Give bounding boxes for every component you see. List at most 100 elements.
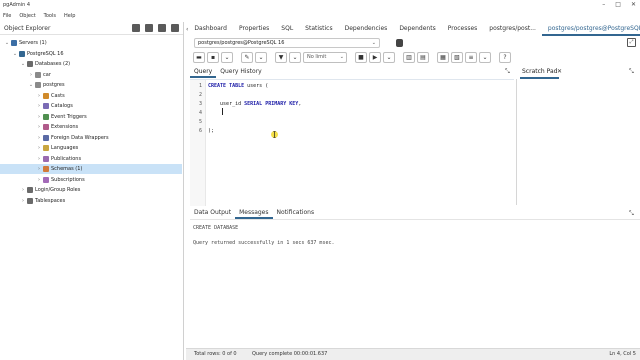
tab-dependencies[interactable]: Dependencies <box>339 22 394 36</box>
line-number-gutter: 1 2 3 4 5 6 <box>190 80 206 206</box>
tree-item[interactable]: ⌄ PostgreSQL 16 <box>0 49 182 59</box>
row-limit-value: No limit <box>307 54 327 60</box>
expand-icon[interactable]: ⤢ <box>627 38 636 47</box>
tree-item[interactable]: ⌄ postgres <box>0 80 182 90</box>
drag-handle-icon[interactable]: ⤡ <box>629 68 634 76</box>
maximize-button[interactable]: □ <box>615 0 621 10</box>
tab-query-history[interactable]: Query History <box>216 67 266 78</box>
explain-icon[interactable]: ▥ <box>403 52 415 63</box>
execute-icon[interactable]: ▶ <box>369 52 381 63</box>
filter-icon[interactable]: ▼ <box>275 52 287 63</box>
chevron-down-icon[interactable]: ⌄ <box>20 61 26 67</box>
chevron-right-icon[interactable]: › <box>36 114 42 120</box>
chevron-down-icon[interactable]: ⌄ <box>28 82 34 88</box>
view-data-icon[interactable] <box>145 24 153 32</box>
total-rows-status: Total rows: 0 of 0 <box>194 351 237 357</box>
chevron-right-icon[interactable]: › <box>36 156 42 162</box>
tree-item[interactable]: › Tablespaces <box>0 196 182 206</box>
tab-messages[interactable]: Messages <box>235 207 273 219</box>
help-icon[interactable]: ? <box>499 52 511 63</box>
rollback-icon[interactable]: ▧ <box>451 52 463 63</box>
commit-icon[interactable]: ▦ <box>437 52 449 63</box>
tree-item[interactable]: › Login/Group Roles <box>0 185 182 195</box>
menu-object[interactable]: Object <box>19 13 35 19</box>
explain-analyze-icon[interactable]: ▤ <box>417 52 429 63</box>
chevron-right-icon[interactable]: › <box>20 198 26 204</box>
tree-item[interactable]: ⌄ Databases (2) <box>0 59 182 69</box>
macros-dropdown-icon[interactable]: ⌄ <box>479 52 491 63</box>
edit-dropdown-icon[interactable]: ⌄ <box>255 52 267 63</box>
tab-dependents[interactable]: Dependents <box>393 22 441 36</box>
filter-dropdown-icon[interactable]: ⌄ <box>289 52 301 63</box>
chevron-right-icon[interactable]: › <box>36 135 42 141</box>
tab-processes[interactable]: Processes <box>442 22 484 36</box>
tab-data-output[interactable]: Data Output <box>190 207 235 219</box>
sql-editor[interactable]: 1 2 3 4 5 6 CREATE TABLE users ( user_id SERI… <box>190 79 514 206</box>
row-limit-select[interactable]: No limit ⌄ <box>303 52 347 63</box>
tree-item[interactable]: › car <box>0 70 182 80</box>
stop-icon[interactable]: ■ <box>355 52 367 63</box>
sql-text: users ( <box>244 83 269 89</box>
node-icon <box>27 61 33 67</box>
chevron-right-icon[interactable]: › <box>36 124 42 130</box>
tab-properties[interactable]: Properties <box>233 22 275 36</box>
chevron-right-icon[interactable]: › <box>20 187 26 193</box>
title-bar: pgAdmin 4 – □ ✕ <box>0 0 640 10</box>
connection-select[interactable]: postgres/postgres@PostgreSQL 16 ⌄ <box>194 38 380 48</box>
tab-statistics[interactable]: Statistics <box>299 22 338 36</box>
tree-item[interactable]: › Subscriptions <box>0 175 182 185</box>
close-icon[interactable]: ✕ <box>557 67 562 77</box>
tab-query-active[interactable]: postgres/postgres@PostgreSQL 16* <box>541 22 640 36</box>
chevron-down-icon[interactable]: ⌄ <box>4 40 10 46</box>
menu-tools[interactable]: Tools <box>44 13 56 19</box>
chevron-down-icon: ⌄ <box>371 40 376 46</box>
close-window-button[interactable]: ✕ <box>631 0 636 10</box>
save-file-icon[interactable]: ▪ <box>207 52 219 63</box>
database-icon[interactable] <box>396 39 403 47</box>
chevron-right-icon[interactable]: › <box>36 103 42 109</box>
scratch-pad-area[interactable] <box>516 79 640 205</box>
tree-item[interactable]: › Publications <box>0 154 182 164</box>
execute-dropdown-icon[interactable]: ⌄ <box>383 52 395 63</box>
tree-item[interactable]: › Languages <box>0 143 182 153</box>
macros-icon[interactable]: ≡ <box>465 52 477 63</box>
filter-icon[interactable] <box>158 24 166 32</box>
save-dropdown-icon[interactable]: ⌄ <box>221 52 233 63</box>
tree-item[interactable]: › Schemas (1) <box>0 164 182 174</box>
chevron-right-icon[interactable]: › <box>36 93 42 99</box>
open-file-icon[interactable]: ▬ <box>193 52 205 63</box>
minimize-button[interactable]: – <box>602 0 605 10</box>
node-icon <box>19 50 25 57</box>
chevron-right-icon[interactable]: › <box>36 166 42 172</box>
tree-item[interactable]: › Event Triggers <box>0 112 182 122</box>
psql-terminal-icon[interactable] <box>171 24 179 32</box>
drag-handle-icon[interactable]: ⤡ <box>505 68 510 76</box>
tab-query-1[interactable]: postgres/post... <box>483 22 542 36</box>
tree-item[interactable]: › Catalogs <box>0 101 182 111</box>
sql-text: user_id <box>208 101 245 107</box>
tree-item[interactable]: ⌄ Servers (1) <box>0 38 182 48</box>
node-icon <box>43 176 49 183</box>
menu-file[interactable]: File <box>3 13 11 19</box>
connection-label: postgres/postgres@PostgreSQL 16 <box>198 40 285 46</box>
chevron-right-icon[interactable]: › <box>36 145 42 151</box>
node-icon <box>43 113 49 120</box>
chevron-down-icon[interactable]: ⌄ <box>12 51 18 57</box>
main-tabs: ‹ Dashboard Properties SQL Statistics De… <box>186 22 640 36</box>
menu-help[interactable]: Help <box>64 13 75 19</box>
tab-notifications[interactable]: Notifications <box>273 207 319 219</box>
tab-scratch-pad[interactable]: Scratch Pad <box>520 67 560 79</box>
tree-item[interactable]: › Foreign Data Wrappers <box>0 133 182 143</box>
tree-item[interactable]: › Extensions <box>0 122 182 132</box>
tab-query[interactable]: Query <box>190 67 217 78</box>
window-title: pgAdmin 4 <box>3 2 31 8</box>
tree-item[interactable]: › Casts <box>0 91 182 101</box>
chevron-right-icon[interactable]: › <box>28 72 34 78</box>
sql-text: ); <box>208 128 215 134</box>
tab-dashboard[interactable]: Dashboard <box>188 22 233 36</box>
tab-sql[interactable]: SQL <box>275 22 299 36</box>
chevron-right-icon[interactable]: › <box>36 177 42 183</box>
drag-handle-icon[interactable]: ⤡ <box>629 210 634 218</box>
edit-icon[interactable]: ✎ <box>241 52 253 63</box>
query-tool-icon[interactable] <box>132 24 140 32</box>
